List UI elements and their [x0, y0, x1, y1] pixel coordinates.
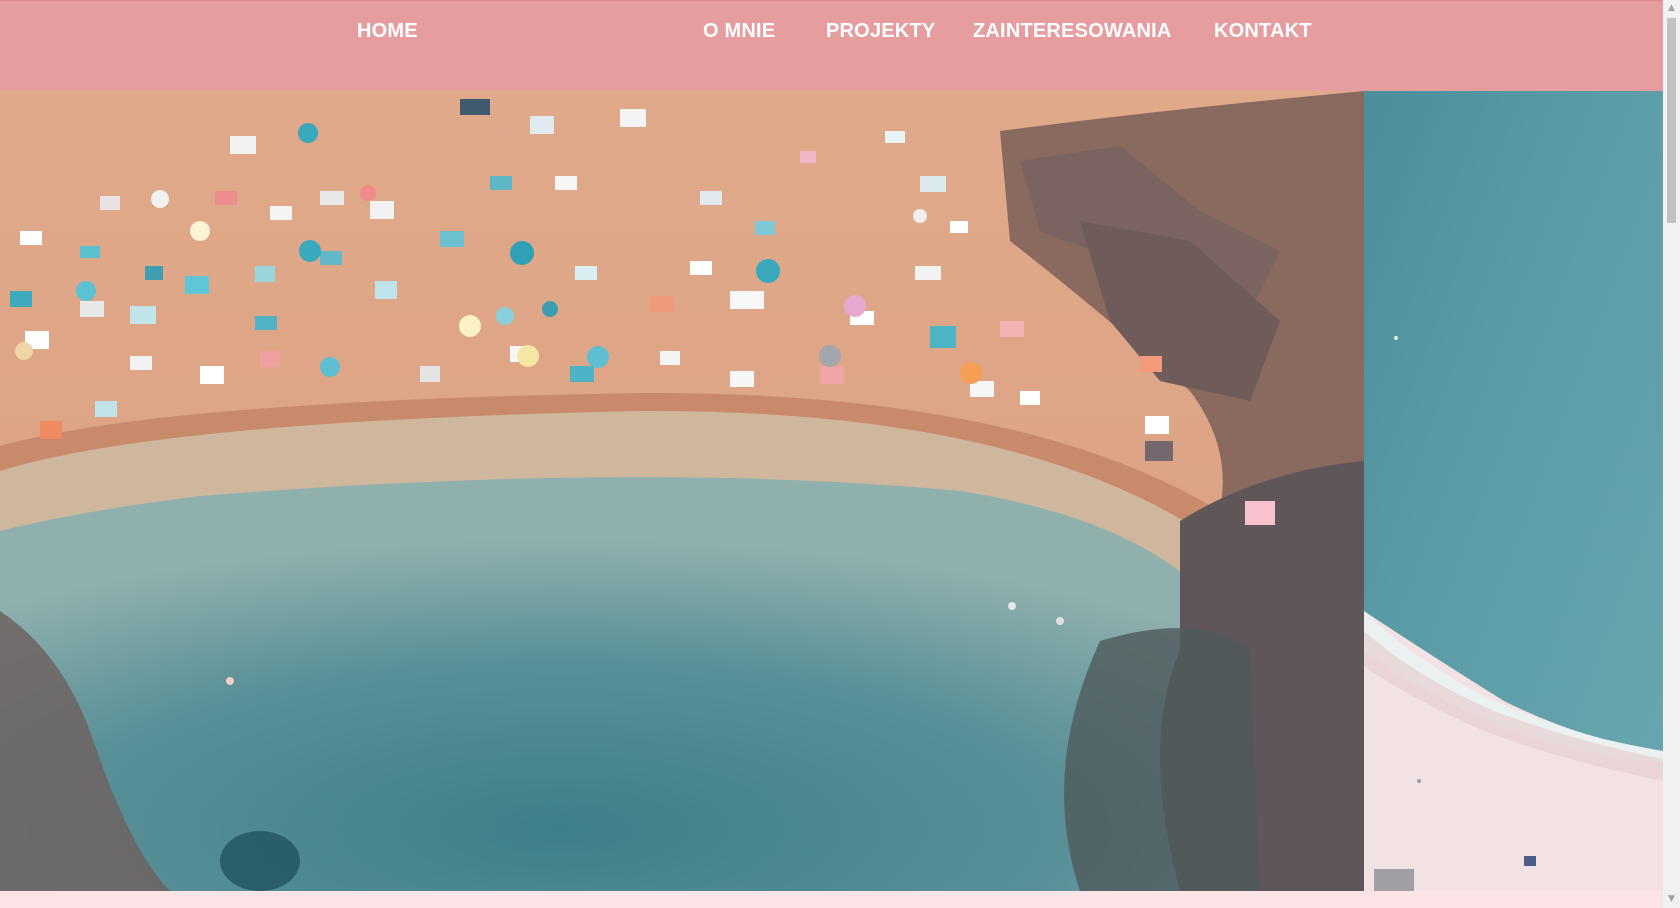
nav-kontakt-link[interactable]: KONTAKT [1214, 20, 1312, 43]
vertical-scrollbar[interactable]: ▲ ▼ [1663, 0, 1680, 908]
hero-shoreline-image [1364, 91, 1663, 891]
hero-beach-image [0, 91, 1364, 891]
nav-zainteresowania-link[interactable]: ZAINTERESOWANIA [973, 20, 1172, 43]
nav-home-link[interactable]: HOME [357, 20, 418, 43]
scroll-thumb[interactable] [1667, 18, 1676, 223]
scroll-down-arrow-icon[interactable]: ▼ [1663, 891, 1680, 908]
top-navbar: HOME O MNIE PROJEKTY ZAINTERESOWANIA KON… [0, 0, 1663, 91]
scroll-up-arrow-icon[interactable]: ▲ [1663, 0, 1680, 17]
hero-banner [0, 91, 1663, 891]
page-bottom-strip [0, 891, 1663, 908]
nav-o-mnie-link[interactable]: O MNIE [703, 20, 775, 43]
page: HOME O MNIE PROJEKTY ZAINTERESOWANIA KON… [0, 0, 1663, 908]
nav-projekty-link[interactable]: PROJEKTY [826, 20, 935, 43]
